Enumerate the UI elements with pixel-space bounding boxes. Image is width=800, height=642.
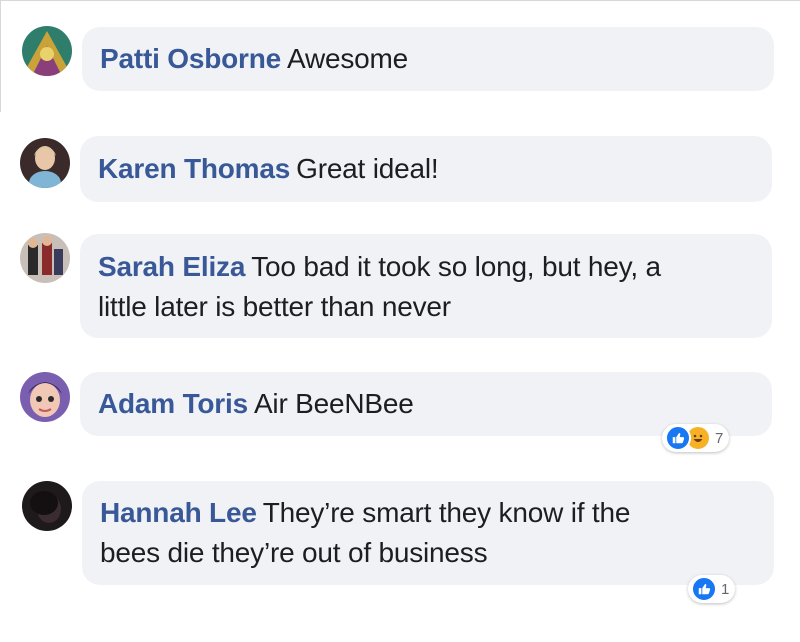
comment-text-line-1: They’re smart they know if the <box>262 497 631 528</box>
reaction-summary[interactable]: 7 <box>662 424 730 452</box>
avatar-image <box>22 26 72 76</box>
avatar-image <box>20 233 70 283</box>
comment-text: Great ideal! <box>296 153 439 184</box>
comment-line: Hannah Lee They’re smart they know if the <box>100 493 756 533</box>
comment-bubble: Hannah Lee They’re smart they know if the… <box>82 481 774 585</box>
comment-bubble: Sarah Eliza Too bad it took so long, but … <box>80 234 772 338</box>
avatar[interactable] <box>22 481 72 531</box>
comment-text-line-2: little later is better than never <box>98 291 451 322</box>
avatar[interactable] <box>20 138 70 188</box>
comment-line: Sarah Eliza Too bad it took so long, but … <box>98 247 754 287</box>
avatar-image <box>20 372 70 422</box>
like-icon <box>665 425 691 451</box>
comment-author[interactable]: Patti Osborne <box>100 43 281 74</box>
avatar-image <box>22 481 72 531</box>
like-icon <box>691 576 717 602</box>
frame-left-border <box>0 0 1 112</box>
comment-author[interactable]: Karen Thomas <box>98 153 290 184</box>
reaction-count: 1 <box>721 580 730 598</box>
reaction-summary[interactable]: 1 <box>688 575 736 603</box>
comment-author[interactable]: Hannah Lee <box>100 497 257 528</box>
comment-text-line-2: bees die they’re out of business <box>100 537 488 568</box>
avatar[interactable] <box>20 372 70 422</box>
avatar-image <box>20 138 70 188</box>
comment-text: Air BeeNBee <box>253 388 414 419</box>
frame-top-border <box>0 0 800 1</box>
comment-text: Awesome <box>287 43 409 74</box>
comment-bubble: Karen Thomas Great ideal! <box>80 136 772 202</box>
comment-text-line-1: Too bad it took so long, but hey, a <box>251 251 661 282</box>
avatar[interactable] <box>22 26 72 76</box>
avatar[interactable] <box>20 233 70 283</box>
comment-bubble: Patti Osborne Awesome <box>82 27 774 91</box>
comment-author[interactable]: Adam Toris <box>98 388 248 419</box>
reaction-count: 7 <box>715 429 724 447</box>
comment-author[interactable]: Sarah Eliza <box>98 251 245 282</box>
